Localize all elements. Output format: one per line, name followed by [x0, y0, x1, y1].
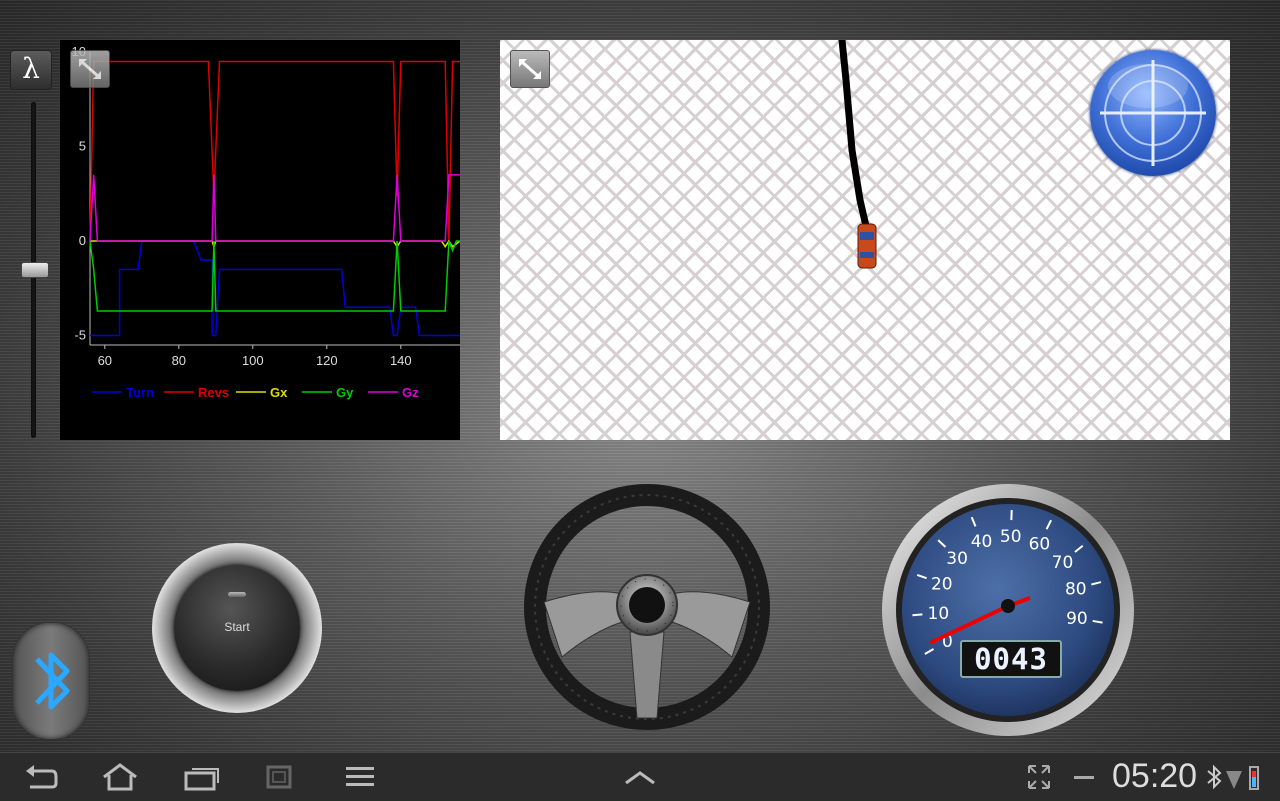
legend-label-revs: Revs — [198, 385, 229, 400]
chevron-up-icon[interactable] — [622, 761, 658, 793]
gain-slider-thumb[interactable] — [21, 262, 49, 278]
expand-icon — [71, 51, 109, 87]
y-tick-label: 5 — [79, 139, 86, 154]
system-navigation-bar: 05:20 — [0, 752, 1280, 801]
fullscreen-icon[interactable] — [1024, 761, 1054, 793]
home-icon[interactable] — [100, 761, 140, 793]
x-tick-label: 80 — [172, 353, 186, 368]
start-button-label: Start — [200, 620, 274, 634]
track-map[interactable] — [500, 40, 1230, 440]
signal-icon — [1224, 761, 1244, 793]
legend-label-gy: Gy — [336, 385, 354, 400]
screenshot-icon[interactable] — [262, 761, 296, 793]
back-icon[interactable] — [22, 761, 58, 793]
y-tick-label: -5 — [74, 328, 86, 343]
minus-icon — [1072, 761, 1096, 793]
recenter-button[interactable] — [1090, 50, 1216, 176]
telemetry-chart: 60801001201401050-5TurnRevsGxGyGz — [60, 40, 460, 440]
expand-icon — [511, 51, 549, 87]
x-tick-label: 140 — [390, 353, 412, 368]
odometer-display: 0043 — [960, 640, 1062, 678]
status-clock: 05:20 — [1112, 757, 1197, 796]
bluetooth-status-icon — [1204, 761, 1224, 793]
menu-icon[interactable] — [344, 761, 378, 793]
series-line-turn — [90, 241, 460, 336]
recent-apps-icon[interactable] — [182, 761, 222, 793]
y-tick-label: 0 — [79, 233, 86, 248]
x-tick-label: 120 — [316, 353, 338, 368]
steering-wheel[interactable] — [522, 482, 772, 732]
telemetry-chart-svg: 60801001201401050-5TurnRevsGxGyGz — [60, 40, 460, 440]
series-line-gz — [90, 175, 460, 241]
map-expand-button[interactable] — [510, 50, 550, 88]
series-line-gx — [90, 241, 460, 247]
legend-label-gz: Gz — [402, 385, 419, 400]
series-line-gy — [90, 241, 460, 311]
speedometer-needle — [880, 482, 1136, 738]
legend-label-gx: Gx — [270, 385, 288, 400]
legend-label-turn: Turn — [126, 385, 154, 400]
lambda-button[interactable]: λ — [10, 50, 52, 90]
chart-expand-button[interactable] — [70, 50, 110, 88]
bluetooth-icon — [13, 623, 89, 739]
battery-icon — [1246, 761, 1262, 793]
start-indicator-light — [228, 592, 246, 597]
bluetooth-button[interactable] — [12, 622, 90, 740]
crosshair-icon — [1090, 50, 1216, 176]
series-line-revs — [90, 62, 460, 242]
car-icon — [858, 224, 876, 268]
x-tick-label: 100 — [242, 353, 264, 368]
x-tick-label: 60 — [98, 353, 112, 368]
